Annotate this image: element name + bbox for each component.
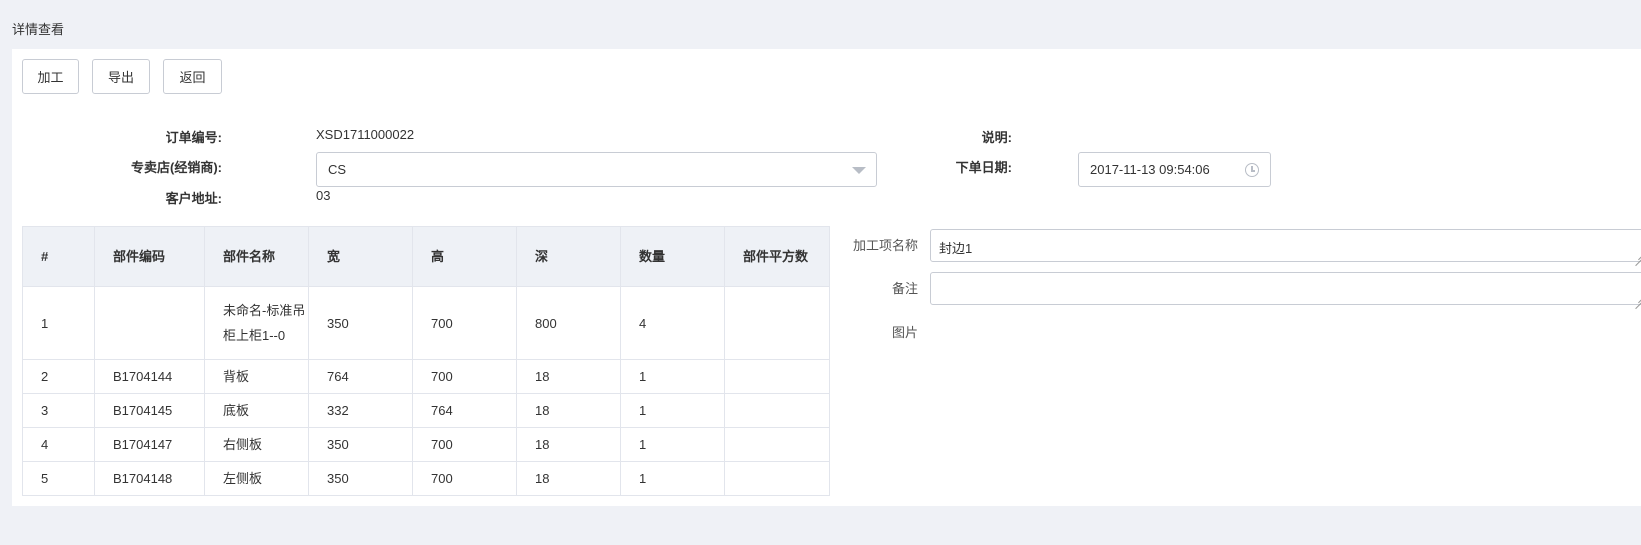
page-title: 详情查看 xyxy=(12,22,65,37)
column-header: 部件平方数 xyxy=(724,226,830,287)
order-date-value: 2017-11-13 09:54:06 xyxy=(1090,162,1210,177)
order-no-value: XSD1711000022 xyxy=(316,127,415,142)
store-label: 专卖店(经销商): xyxy=(131,160,222,175)
table-cell xyxy=(724,286,830,360)
table-row[interactable]: 1 未命名-标准吊柜上柜1--0 350 700 800 4 xyxy=(22,286,830,360)
table-cell: 332 xyxy=(308,393,413,428)
table-cell: 4 xyxy=(22,427,95,462)
remark-input[interactable] xyxy=(930,272,1641,305)
column-header: 数量 xyxy=(620,226,725,287)
note-label: 说明: xyxy=(981,130,1012,145)
table-cell: 700 xyxy=(412,359,517,394)
chevron-down-icon xyxy=(852,167,866,174)
process-button[interactable]: 加工 xyxy=(22,59,79,94)
column-header: 宽 xyxy=(308,226,413,287)
table-cell: 764 xyxy=(308,359,413,394)
address-label: 客户地址: xyxy=(165,191,222,206)
resize-grip-icon[interactable] xyxy=(1635,294,1641,302)
table-row[interactable]: 5 B1704148 左侧板 350 700 18 1 xyxy=(22,461,830,496)
order-date-picker[interactable]: 2017-11-13 09:54:06 xyxy=(1078,152,1271,187)
table-row[interactable]: 3 B1704145 底板 332 764 18 1 xyxy=(22,393,830,428)
table-header-row: # 部件编码 部件名称 宽 高 深 数量 部件平方数 xyxy=(22,226,830,287)
column-header: 深 xyxy=(516,226,621,287)
order-date-label: 下单日期: xyxy=(955,160,1012,175)
table-cell: 5 xyxy=(22,461,95,496)
process-name-input[interactable]: 封边1 xyxy=(930,229,1641,262)
table-cell: 2 xyxy=(22,359,95,394)
export-button[interactable]: 导出 xyxy=(92,59,150,94)
table-cell xyxy=(724,461,830,496)
column-header: 高 xyxy=(412,226,517,287)
table-cell: 18 xyxy=(516,461,621,496)
table-cell xyxy=(94,286,205,360)
table-cell: 18 xyxy=(516,427,621,462)
table-cell: B1704148 xyxy=(94,461,205,496)
process-name-value: 封边1 xyxy=(939,241,973,256)
table-cell: 350 xyxy=(308,427,413,462)
table-cell: 左侧板 xyxy=(204,461,309,496)
table-cell: B1704145 xyxy=(94,393,205,428)
table-row[interactable]: 4 B1704147 右侧板 350 700 18 1 xyxy=(22,427,830,462)
address-value: 03 xyxy=(316,188,331,203)
table-cell: 700 xyxy=(412,427,517,462)
table-cell: 4 xyxy=(620,286,725,360)
store-select-value: CS xyxy=(328,162,347,177)
table-cell: 350 xyxy=(308,286,413,360)
table-row[interactable]: 2 B1704144 背板 764 700 18 1 xyxy=(22,359,830,394)
table-cell: 700 xyxy=(412,461,517,496)
table-cell: 1 xyxy=(620,427,725,462)
table-cell: 背板 xyxy=(204,359,309,394)
table-cell: B1704147 xyxy=(94,427,205,462)
table-cell: 右侧板 xyxy=(204,427,309,462)
table-cell: 18 xyxy=(516,393,621,428)
table-cell: 1 xyxy=(620,393,725,428)
parts-table: # 部件编码 部件名称 宽 高 深 数量 部件平方数 1 未命名-标准吊柜上柜1… xyxy=(22,226,830,496)
remark-label: 备注 xyxy=(891,281,918,296)
clock-icon xyxy=(1245,163,1259,177)
column-header: 部件编码 xyxy=(94,226,205,287)
table-cell: 底板 xyxy=(204,393,309,428)
store-select[interactable]: CS xyxy=(316,152,877,187)
table-cell xyxy=(724,427,830,462)
table-cell: 764 xyxy=(412,393,517,428)
order-no-label: 订单编号: xyxy=(165,130,222,145)
table-cell: 1 xyxy=(22,286,95,360)
table-cell xyxy=(724,359,830,394)
column-header: 部件名称 xyxy=(204,226,309,287)
column-header: # xyxy=(22,226,95,287)
table-cell: 18 xyxy=(516,359,621,394)
image-label: 图片 xyxy=(891,325,918,340)
table-cell xyxy=(724,393,830,428)
table-cell: 350 xyxy=(308,461,413,496)
resize-grip-icon[interactable] xyxy=(1635,251,1641,259)
table-cell: 1 xyxy=(620,359,725,394)
table-cell: 未命名-标准吊柜上柜1--0 xyxy=(204,286,309,360)
table-cell: 1 xyxy=(620,461,725,496)
table-cell: 3 xyxy=(22,393,95,428)
table-cell: 800 xyxy=(516,286,621,360)
table-cell: B1704144 xyxy=(94,359,205,394)
table-cell: 700 xyxy=(412,286,517,360)
detail-panel: 加工 导出 返回 订单编号: XSD1711000022 专卖店(经销商): C… xyxy=(12,49,1641,506)
process-name-label: 加工项名称 xyxy=(852,238,918,253)
back-button[interactable]: 返回 xyxy=(163,59,222,94)
